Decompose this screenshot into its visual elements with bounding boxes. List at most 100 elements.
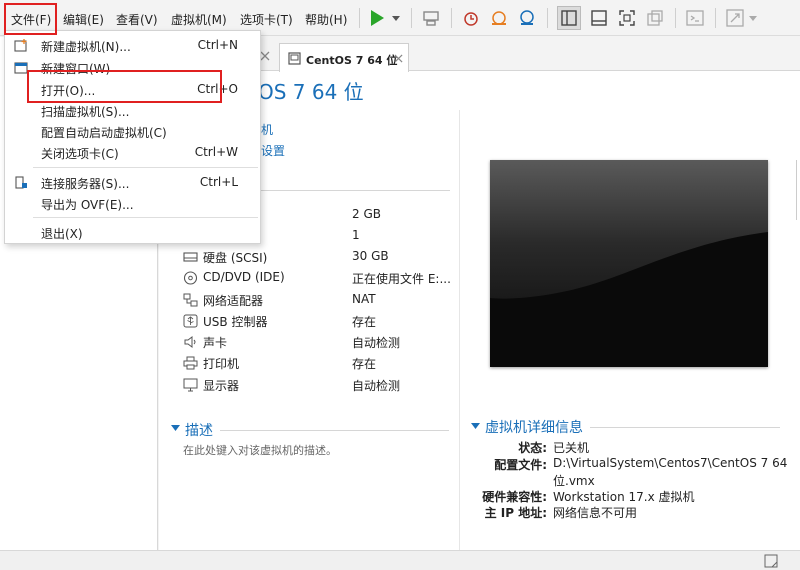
menu-item-shortcut: Ctrl+W xyxy=(194,145,238,159)
menu-item-label: 配置自动启动虚拟机(C) xyxy=(41,126,167,140)
snapshot-icon[interactable] xyxy=(461,8,481,28)
toolbar-separator xyxy=(451,8,452,28)
menu-item-shortcut: Ctrl+N xyxy=(197,38,238,52)
details-heading: 虚拟机详细信息 xyxy=(485,420,583,436)
device-value: 自动检测 xyxy=(352,379,401,393)
status-value: 已关机 xyxy=(553,441,590,455)
close-icon[interactable] xyxy=(260,51,270,61)
toolbar-separator xyxy=(411,8,412,28)
menu-item-scan-vms[interactable]: 扫描虚拟机(S)... xyxy=(5,100,260,121)
menu-item-configure-autostart[interactable]: 配置自动启动虚拟机(C) xyxy=(5,121,260,142)
sound-card-icon xyxy=(184,336,196,348)
device-row-hard-disk[interactable]: 硬盘 (SCSI) 30 GB xyxy=(183,247,463,267)
device-value: NAT xyxy=(352,292,376,306)
menu-item-new-vm[interactable]: 新建虚拟机(N)... Ctrl+N xyxy=(5,35,260,56)
power-on-link[interactable]: 机 xyxy=(261,121,273,138)
collapse-arrow-icon[interactable] xyxy=(171,424,180,432)
scrollbar[interactable] xyxy=(796,160,800,220)
description-placeholder[interactable]: 在此处键入对该虚拟机的描述。 xyxy=(183,442,337,458)
tab-label: CentOS 7 64 位 xyxy=(306,54,398,67)
device-value: 2 GB xyxy=(352,207,381,221)
collapse-arrow-icon[interactable] xyxy=(471,422,480,430)
menu-item-label: 关闭选项卡(C) xyxy=(41,147,119,161)
fullscreen-icon[interactable] xyxy=(617,8,637,28)
status-label: 状态: xyxy=(518,441,547,455)
connect-server-icon xyxy=(15,176,27,189)
console-view-icon[interactable] xyxy=(685,8,705,28)
device-value: 存在 xyxy=(352,357,377,371)
menu-view[interactable]: 查看(V) xyxy=(116,11,158,28)
menu-tabs[interactable]: 选项卡(T) xyxy=(240,11,293,28)
device-row-sound[interactable]: 声卡 自动检测 xyxy=(183,332,463,352)
hw-compat-value: Workstation 17.x 虚拟机 xyxy=(553,490,695,504)
menu-item-shortcut: Ctrl+L xyxy=(199,175,238,189)
snapshot-manager-icon[interactable] xyxy=(517,8,537,28)
unity-icon[interactable] xyxy=(645,8,665,28)
section-divider xyxy=(590,427,780,428)
menu-item-connect-server[interactable]: 连接服务器(S)... Ctrl+L xyxy=(5,172,260,193)
device-value: 自动检测 xyxy=(352,336,401,350)
close-icon[interactable] xyxy=(394,54,403,63)
highlight-box-file-menu xyxy=(4,3,57,35)
status-bar xyxy=(0,550,800,570)
chevron-down-icon[interactable] xyxy=(391,8,401,28)
vm-title: OS 7 64 位 xyxy=(258,80,364,104)
highlight-box-open-item xyxy=(27,70,222,103)
file-menu-dropdown: 新建虚拟机(N)... Ctrl+N 新建窗口(W) 打开(O)... Ctrl… xyxy=(4,30,261,244)
device-name: 显示器 xyxy=(203,379,240,393)
power-on-icon[interactable] xyxy=(367,8,387,28)
config-file-label: 配置文件: xyxy=(494,458,547,472)
section-divider xyxy=(260,190,450,191)
edit-settings-link[interactable]: 设置 xyxy=(261,142,285,159)
vm-icon xyxy=(288,52,301,65)
device-name: 硬盘 (SCSI) xyxy=(203,251,268,265)
config-file-value-cont: 位.vmx xyxy=(553,474,595,488)
menu-vm[interactable]: 虚拟机(M) xyxy=(171,11,227,28)
device-name: 打印机 xyxy=(203,357,240,371)
menu-item-export-ovf[interactable]: 导出为 OVF(E)... xyxy=(5,193,260,214)
revert-snapshot-icon[interactable] xyxy=(489,8,509,28)
show-library-icon[interactable] xyxy=(557,6,581,30)
device-value: 正在使用文件 E:... xyxy=(352,272,451,286)
tab-centos[interactable]: CentOS 7 64 位 xyxy=(279,43,409,72)
description-heading[interactable]: 描述 xyxy=(185,420,213,440)
preview-graphic xyxy=(490,160,768,367)
toolbar-separator xyxy=(715,8,716,28)
thumbnail-bar-icon[interactable] xyxy=(589,8,609,28)
device-name: 网络适配器 xyxy=(203,294,264,308)
device-row-printer[interactable]: 打印机 存在 xyxy=(183,353,463,373)
ip-label: 主 IP 地址: xyxy=(484,506,547,520)
device-row-cd-dvd[interactable]: CD/DVD (IDE) 正在使用文件 E:... xyxy=(183,268,463,288)
device-name: USB 控制器 xyxy=(203,315,268,329)
menu-help[interactable]: 帮助(H) xyxy=(305,11,347,28)
device-row-network[interactable]: 网络适配器 NAT xyxy=(183,290,463,310)
usb-icon xyxy=(183,314,198,328)
device-value: 30 GB xyxy=(352,249,389,263)
display-icon xyxy=(183,378,198,392)
section-divider xyxy=(220,430,449,431)
printer-icon xyxy=(183,356,198,370)
toolbar-separator xyxy=(675,8,676,28)
network-adapter-icon xyxy=(183,293,198,307)
vm-preview-thumbnail[interactable] xyxy=(490,160,768,367)
pane-splitter xyxy=(459,110,460,550)
chevron-down-icon[interactable] xyxy=(748,8,758,28)
send-keys-icon[interactable] xyxy=(421,8,441,28)
device-value: 1 xyxy=(352,228,360,242)
notes-icon[interactable] xyxy=(764,554,778,568)
menu-separator xyxy=(33,217,258,218)
device-row-usb[interactable]: USB 控制器 存在 xyxy=(183,311,463,331)
menu-item-exit[interactable]: 退出(X) xyxy=(5,222,260,243)
menu-item-close-tab[interactable]: 关闭选项卡(C) Ctrl+W xyxy=(5,142,260,163)
stretch-guest-icon[interactable] xyxy=(725,8,745,28)
menu-item-label: 扫描虚拟机(S)... xyxy=(41,105,130,119)
menu-item-label: 退出(X) xyxy=(41,227,83,241)
menu-item-label: 连接服务器(S)... xyxy=(41,177,130,191)
device-row-display[interactable]: 显示器 自动检测 xyxy=(183,375,463,395)
device-name: CD/DVD (IDE) xyxy=(203,270,285,284)
menu-edit[interactable]: 编辑(E) xyxy=(63,11,104,28)
menu-item-label: 导出为 OVF(E)... xyxy=(41,198,134,212)
hard-disk-icon xyxy=(183,252,198,262)
device-name: 声卡 xyxy=(203,336,228,350)
toolbar-separator xyxy=(359,8,360,28)
